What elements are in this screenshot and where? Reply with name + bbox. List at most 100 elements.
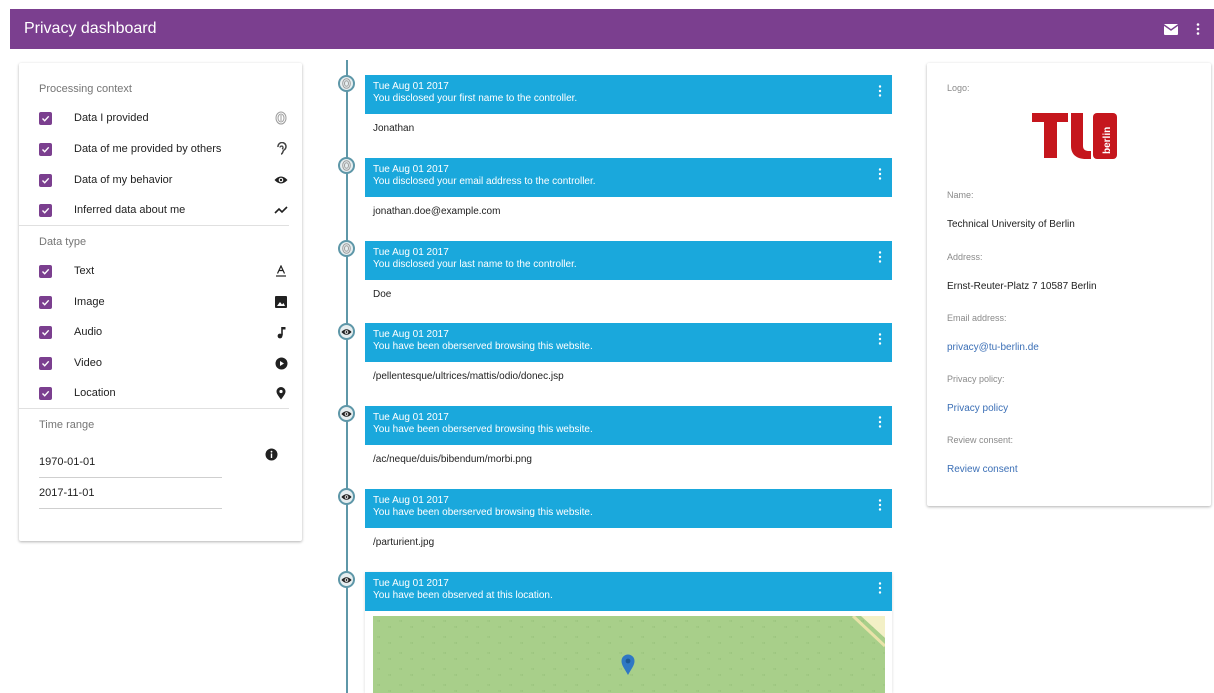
checkbox-checked[interactable] [39, 356, 52, 370]
more-vert-icon[interactable] [878, 250, 882, 268]
more-vert-icon[interactable] [878, 84, 882, 102]
page-title: Privacy dashboard [24, 20, 157, 37]
entry-value: Jonathan [365, 114, 892, 143]
more-vert-icon[interactable] [878, 415, 882, 433]
tu-berlin-logo: berlin [1030, 110, 1120, 171]
entry-date: Tue Aug 01 2017 [373, 247, 449, 258]
checkbox-checked[interactable] [39, 111, 52, 125]
location-pin-icon [273, 386, 289, 400]
trending-icon [273, 205, 289, 215]
location-map[interactable]: " " [373, 616, 885, 693]
entry-date: Tue Aug 01 2017 [373, 329, 449, 340]
filter-label: Video [74, 357, 102, 369]
fingerprint-icon [338, 157, 355, 174]
image-icon [273, 296, 289, 308]
filter-label: Data of my behavior [74, 174, 173, 186]
processing-context-title: Processing context [39, 83, 132, 95]
filter-label: Audio [74, 326, 103, 338]
entry-header: Tue Aug 01 2017 You have been oberserved… [365, 489, 892, 528]
name-label: Name: [947, 190, 974, 200]
filter-label: Data of me provided by others [74, 143, 222, 155]
timeline-entry: Tue Aug 01 2017 You disclosed your email… [365, 158, 892, 226]
checkbox-checked[interactable] [39, 264, 52, 278]
play-circle-icon [273, 357, 289, 370]
checkbox-checked[interactable] [39, 142, 52, 156]
entry-message: You have been observed at this location. [373, 590, 553, 601]
divider [19, 225, 289, 226]
filter-audio[interactable]: Audio [39, 317, 289, 347]
date-to-field[interactable]: 2017-11-01 [39, 487, 222, 509]
checkbox-checked[interactable] [39, 325, 52, 339]
entry-message: You have been oberserved browsing this w… [373, 507, 593, 518]
timeline-entry: Tue Aug 01 2017 You have been oberserved… [365, 406, 892, 474]
eye-icon [338, 571, 355, 588]
privacy-policy-label: Privacy policy: [947, 374, 1005, 384]
filter-video[interactable]: Video [39, 348, 289, 378]
logo-label: Logo: [947, 83, 970, 93]
entry-header: Tue Aug 01 2017 You have been oberserved… [365, 406, 892, 445]
filter-inferred-data[interactable]: Inferred data about me [39, 195, 289, 225]
address-label: Address: [947, 252, 983, 262]
timeline-entry: Tue Aug 01 2017 You disclosed your last … [365, 241, 892, 309]
entry-value: jonathan.doe@example.com [365, 197, 892, 226]
filter-data-i-provided[interactable]: Data I provided [39, 103, 289, 133]
timeline-line [346, 60, 348, 693]
more-vert-icon[interactable] [1196, 23, 1200, 35]
entry-date: Tue Aug 01 2017 [373, 81, 449, 92]
filter-label: Location [74, 387, 116, 399]
text-format-icon [273, 265, 289, 277]
entry-date: Tue Aug 01 2017 [373, 412, 449, 423]
filter-label: Text [74, 265, 95, 277]
entry-header: Tue Aug 01 2017 You disclosed your first… [365, 75, 892, 114]
more-vert-icon[interactable] [878, 498, 882, 516]
fingerprint-icon [273, 111, 289, 125]
divider [19, 408, 289, 409]
filter-data-of-my-behavior[interactable]: Data of my behavior [39, 165, 289, 195]
entry-value: /pellentesque/ultrices/mattis/odio/donec… [365, 362, 892, 391]
entry-date: Tue Aug 01 2017 [373, 164, 449, 175]
more-vert-icon[interactable] [878, 167, 882, 185]
filter-data-provided-by-others[interactable]: Data of me provided by others [39, 134, 289, 164]
map-marker-icon[interactable] [621, 654, 635, 681]
eye-icon [338, 488, 355, 505]
date-from-field[interactable]: 1970-01-01 [39, 456, 222, 478]
controller-name: Technical University of Berlin [947, 219, 1075, 230]
entry-header: Tue Aug 01 2017 You have been oberserved… [365, 323, 892, 362]
filter-text[interactable]: Text [39, 256, 289, 286]
info-icon[interactable] [265, 448, 278, 466]
controller-card: Logo: berlin Name: Technical University … [927, 63, 1211, 506]
privacy-policy-link[interactable]: Privacy policy [947, 403, 1008, 414]
more-vert-icon[interactable] [878, 581, 882, 599]
entry-date: Tue Aug 01 2017 [373, 495, 449, 506]
filter-image[interactable]: Image [39, 287, 289, 317]
eye-icon [273, 175, 289, 185]
email-label: Email address: [947, 313, 1007, 323]
review-consent-label: Review consent: [947, 435, 1014, 445]
entry-date: Tue Aug 01 2017 [373, 578, 449, 589]
eye-icon [338, 405, 355, 422]
checkbox-checked[interactable] [39, 386, 52, 400]
mail-icon[interactable] [1164, 23, 1178, 35]
hearing-icon [273, 142, 289, 156]
checkbox-checked[interactable] [39, 295, 52, 309]
fingerprint-icon [338, 75, 355, 92]
entry-value: /ac/neque/duis/bibendum/morbi.png [365, 445, 892, 474]
music-note-icon [273, 326, 289, 339]
eye-icon [338, 323, 355, 340]
fingerprint-icon [338, 240, 355, 257]
filter-label: Data I provided [74, 112, 149, 124]
time-range-title: Time range [39, 419, 95, 431]
review-consent-link[interactable]: Review consent [947, 464, 1018, 475]
email-link[interactable]: privacy@tu-berlin.de [947, 342, 1039, 353]
entry-value: Doe [365, 280, 892, 309]
entry-message: You disclosed your first name to the con… [373, 93, 578, 104]
logo-text: berlin [1102, 127, 1113, 154]
checkbox-checked[interactable] [39, 173, 52, 187]
controller-address: Ernst-Reuter-Platz 7 10587 Berlin [947, 281, 1097, 292]
filters-card: Processing context Data I provided Data … [19, 63, 302, 541]
timeline-entry: Tue Aug 01 2017 You have been oberserved… [365, 323, 892, 391]
filter-location[interactable]: Location [39, 378, 289, 408]
entry-header: Tue Aug 01 2017 You have been observed a… [365, 572, 892, 611]
checkbox-checked[interactable] [39, 203, 52, 217]
more-vert-icon[interactable] [878, 332, 882, 350]
